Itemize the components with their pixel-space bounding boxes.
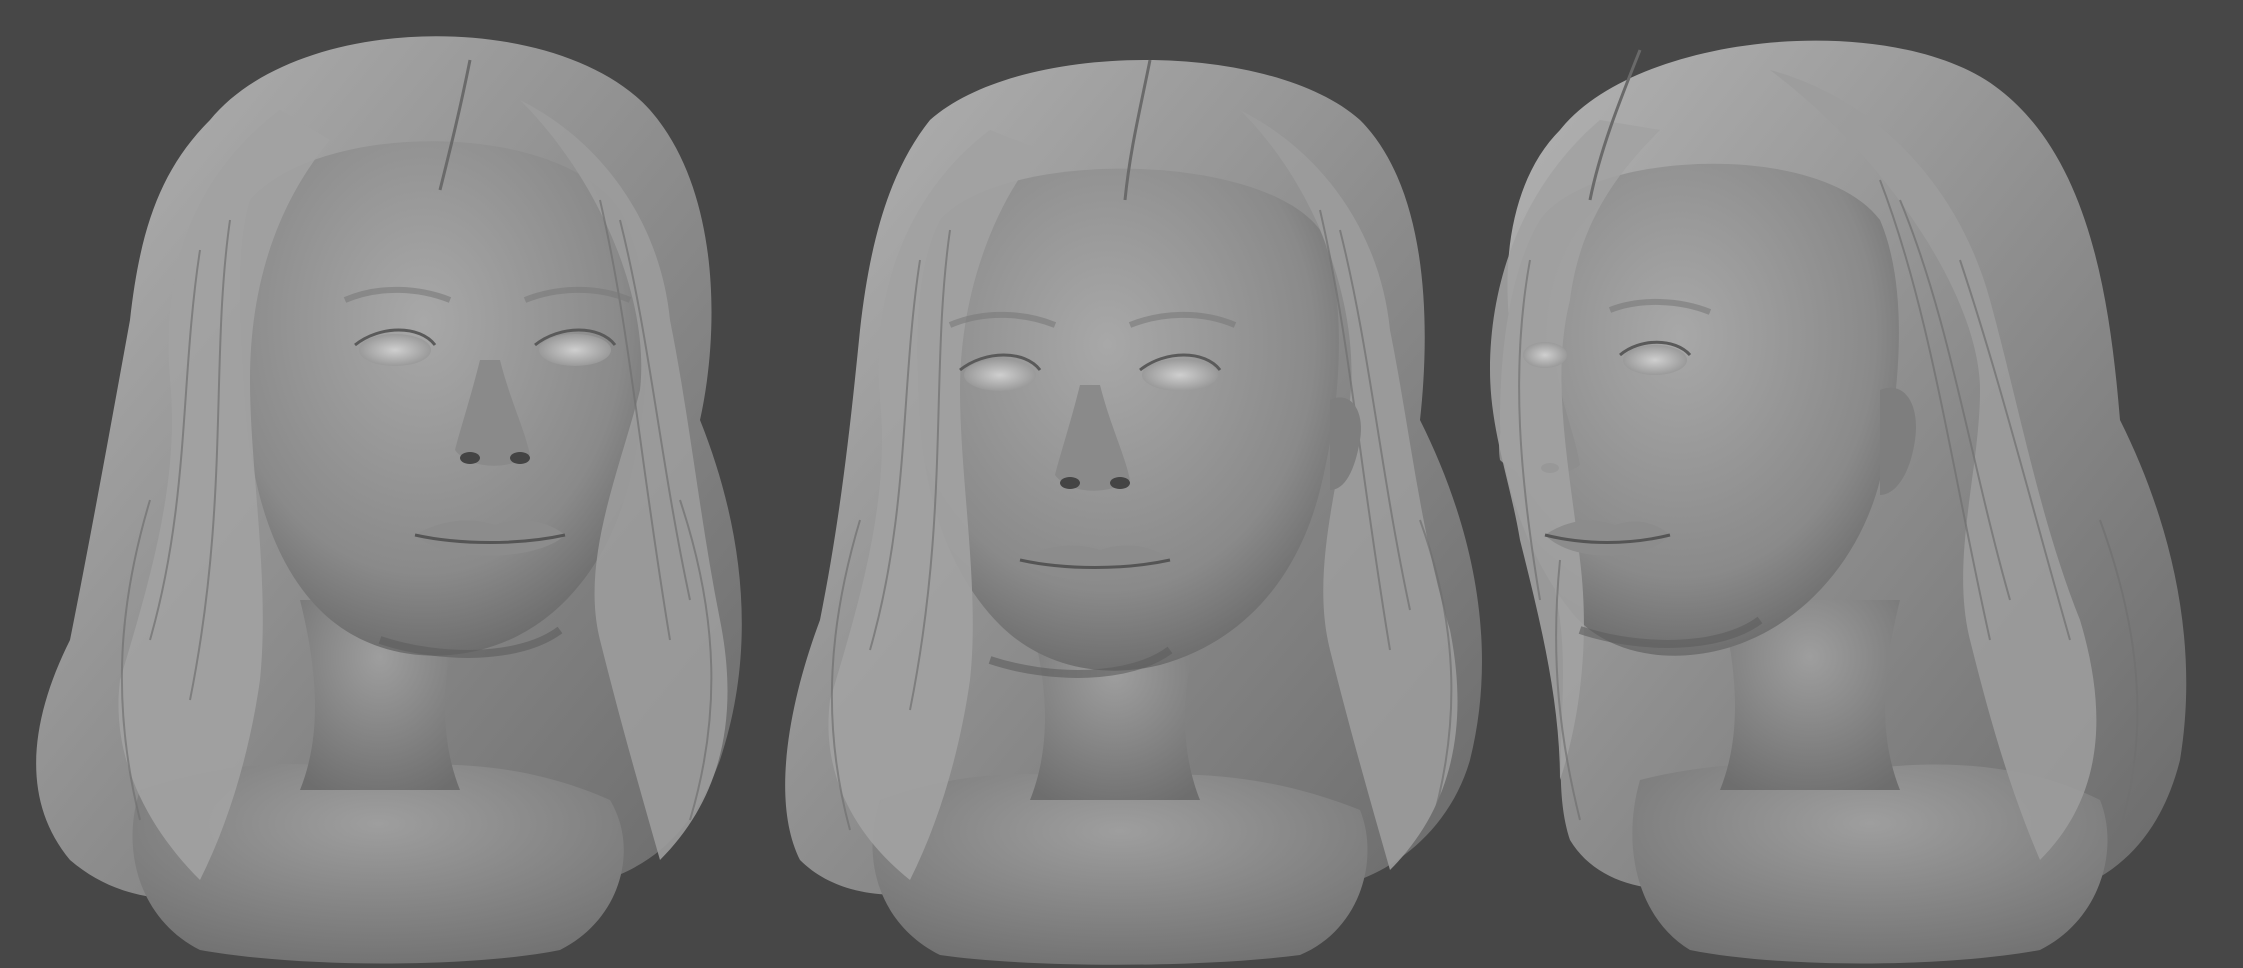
head-front (36, 36, 742, 964)
chest (872, 774, 1368, 965)
eye-right (1142, 359, 1218, 391)
eye-right (539, 334, 611, 366)
eye-left (964, 359, 1036, 391)
eye-left (1523, 342, 1567, 368)
head-three-quarter-right (1490, 40, 2187, 964)
eye-left (359, 334, 431, 366)
head-three-quarter (785, 59, 1482, 965)
sculpt-render (36, 36, 2187, 965)
sculpt-render-canvas (0, 0, 2243, 968)
eye-right (1623, 345, 1687, 375)
